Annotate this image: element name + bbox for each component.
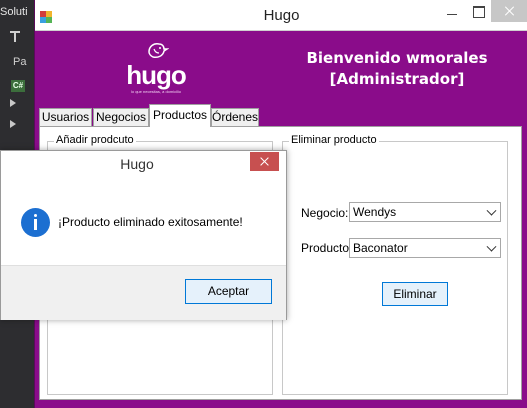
chevron-down-icon[interactable]: [488, 210, 495, 217]
dialog-close-button[interactable]: [250, 152, 279, 171]
welcome-role: [Administrador]: [329, 70, 465, 88]
csharp-file-icon: C#: [11, 80, 25, 92]
welcome-message: Bienvenido wmorales [Administrador]: [297, 48, 497, 90]
tab-productos[interactable]: Productos: [149, 104, 211, 127]
window-titlebar[interactable]: Hugo: [35, 0, 527, 31]
producto-label: Producto:: [301, 241, 353, 255]
negocio-selected-value: Wendys: [353, 205, 397, 219]
message-box-dialog: Hugo ¡Producto eliminado exitosamente! A…: [0, 150, 287, 320]
expand-arrow-icon[interactable]: [10, 120, 16, 128]
producto-select[interactable]: Baconator: [349, 238, 501, 258]
pin-icon[interactable]: [8, 30, 22, 44]
negocio-label: Negocio:: [301, 206, 349, 220]
tab-ordenes[interactable]: Órdenes: [211, 108, 259, 126]
delete-product-group: Eliminar producto Negocio: Wendys Produc…: [282, 134, 508, 395]
delete-product-legend: Eliminar producto: [289, 134, 379, 146]
dialog-titlebar[interactable]: Hugo: [1, 151, 288, 179]
chevron-down-icon[interactable]: [488, 246, 495, 253]
logo-wordmark: hugo: [126, 60, 187, 90]
add-product-legend: Añadir prodcuto: [54, 134, 136, 146]
expand-arrow-icon[interactable]: [10, 99, 16, 107]
aceptar-button[interactable]: Aceptar: [185, 279, 272, 304]
dialog-message: ¡Producto eliminado exitosamente!: [58, 215, 243, 229]
dialog-footer: Aceptar: [1, 265, 286, 320]
ide-solution-title: Soluti: [0, 6, 28, 18]
info-icon: [21, 208, 50, 237]
tab-usuarios[interactable]: Usuarios: [39, 108, 92, 126]
negocio-select[interactable]: Wendys: [349, 202, 501, 222]
bird-logo-icon: [148, 43, 169, 58]
close-button[interactable]: [491, 0, 527, 22]
producto-selected-value: Baconator: [353, 241, 408, 255]
hugo-logo: hugo lo que necesitas, a domicilio: [123, 38, 189, 100]
logo-tagline: lo que necesitas, a domicilio: [130, 89, 182, 94]
dialog-title: Hugo: [120, 156, 154, 172]
welcome-user: Bienvenido wmorales: [306, 49, 488, 67]
minimize-button[interactable]: [439, 0, 465, 22]
tab-negocios[interactable]: Negocios: [93, 108, 149, 126]
eliminar-button[interactable]: Eliminar: [382, 282, 448, 306]
maximize-button[interactable]: [465, 0, 491, 22]
